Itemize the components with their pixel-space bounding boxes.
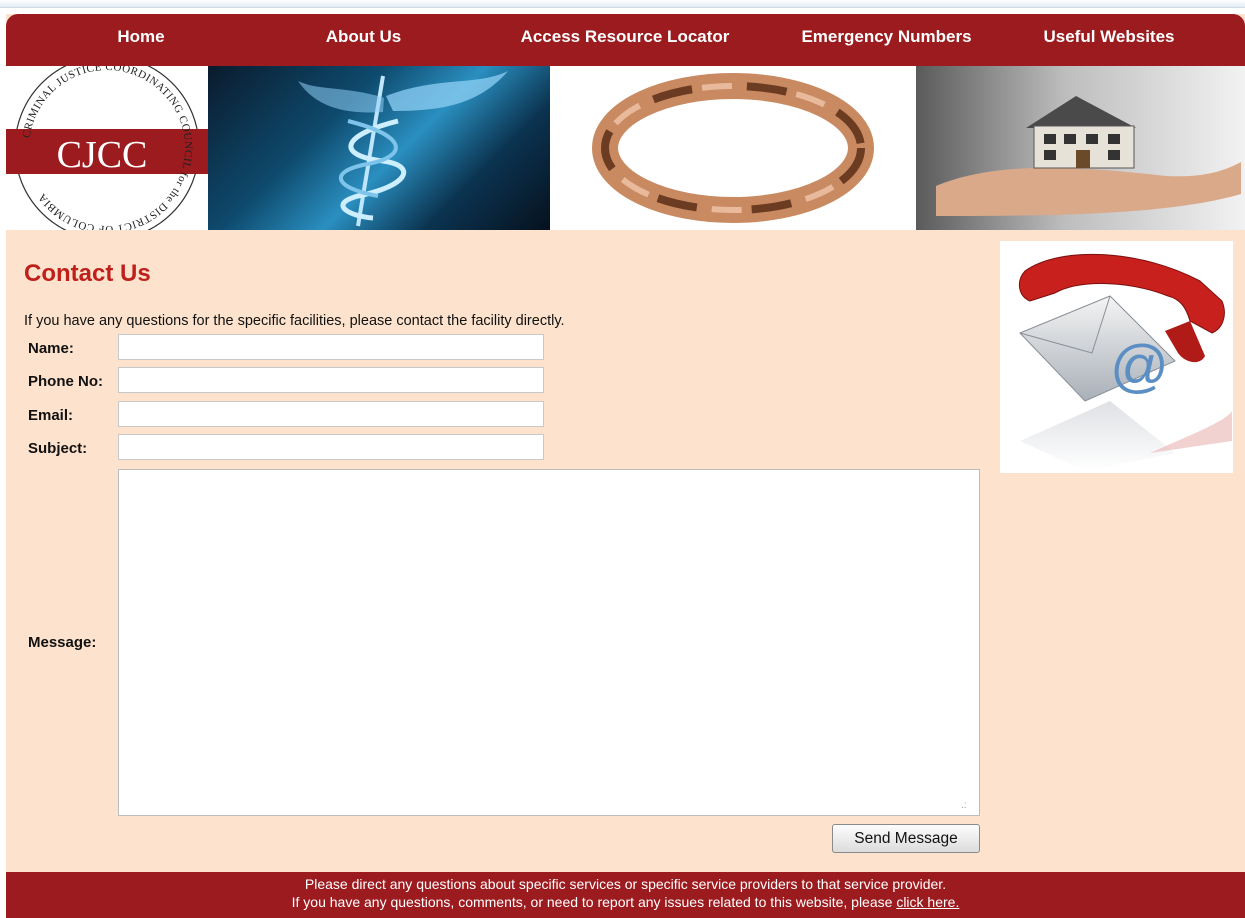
subject-input[interactable] <box>118 434 544 460</box>
name-input[interactable] <box>118 334 544 360</box>
phone-input[interactable] <box>118 367 544 393</box>
footer-click-here-link[interactable]: click here. <box>896 894 959 910</box>
name-label: Name: <box>28 340 74 357</box>
nav-about-us[interactable]: About Us <box>306 14 421 60</box>
footer-line-2-text: If you have any questions, comments, or … <box>291 894 897 910</box>
resize-grip-icon[interactable]: .: <box>961 800 967 811</box>
footer: Please direct any questions about specif… <box>6 872 1245 918</box>
footer-line-2: If you have any questions, comments, or … <box>6 894 1245 910</box>
email-label: Email: <box>28 407 74 424</box>
page: Home About Us Access Resource Locator Em… <box>6 14 1245 918</box>
cjcc-seal-graphic: CRIMINAL JUSTICE COORDINATING COUNCIL fo… <box>6 66 208 230</box>
nav-useful-websites[interactable]: Useful Websites <box>1028 14 1190 60</box>
svg-text:@: @ <box>1110 334 1169 399</box>
browser-top-edge <box>0 0 1245 8</box>
phone-label: Phone No: <box>28 373 103 390</box>
message-label: Message: <box>28 634 97 651</box>
page-title: Contact Us <box>24 260 151 287</box>
house-in-hand-image <box>916 66 1245 230</box>
nav-emergency-numbers[interactable]: Emergency Numbers <box>784 14 989 60</box>
footer-line-1: Please direct any questions about specif… <box>304 876 947 892</box>
main-nav: Home About Us Access Resource Locator Em… <box>6 14 1245 66</box>
email-input[interactable] <box>118 401 544 427</box>
subject-label: Subject: <box>28 440 88 457</box>
cjcc-logo[interactable]: CRIMINAL JUSTICE COORDINATING COUNCIL fo… <box>6 66 208 230</box>
caduceus-icon <box>298 71 508 227</box>
header-banner: CRIMINAL JUSTICE COORDINATING COUNCIL fo… <box>6 66 1245 230</box>
hands-circle-graphic <box>592 73 874 223</box>
contact-illustration: @ <box>1000 241 1233 473</box>
intro-text: If you have any questions for the specif… <box>24 313 565 329</box>
house-icon <box>936 96 1241 216</box>
hands-circle-image <box>550 66 916 230</box>
nav-access-resource-locator[interactable]: Access Resource Locator <box>501 14 749 60</box>
caduceus-medical-image <box>208 66 550 230</box>
message-textarea[interactable] <box>118 469 980 816</box>
logo-text: CJCC <box>57 134 148 176</box>
phone-envelope-icon: @ <box>1018 253 1232 471</box>
nav-home[interactable]: Home <box>96 14 186 60</box>
send-message-button[interactable]: Send Message <box>832 824 980 853</box>
